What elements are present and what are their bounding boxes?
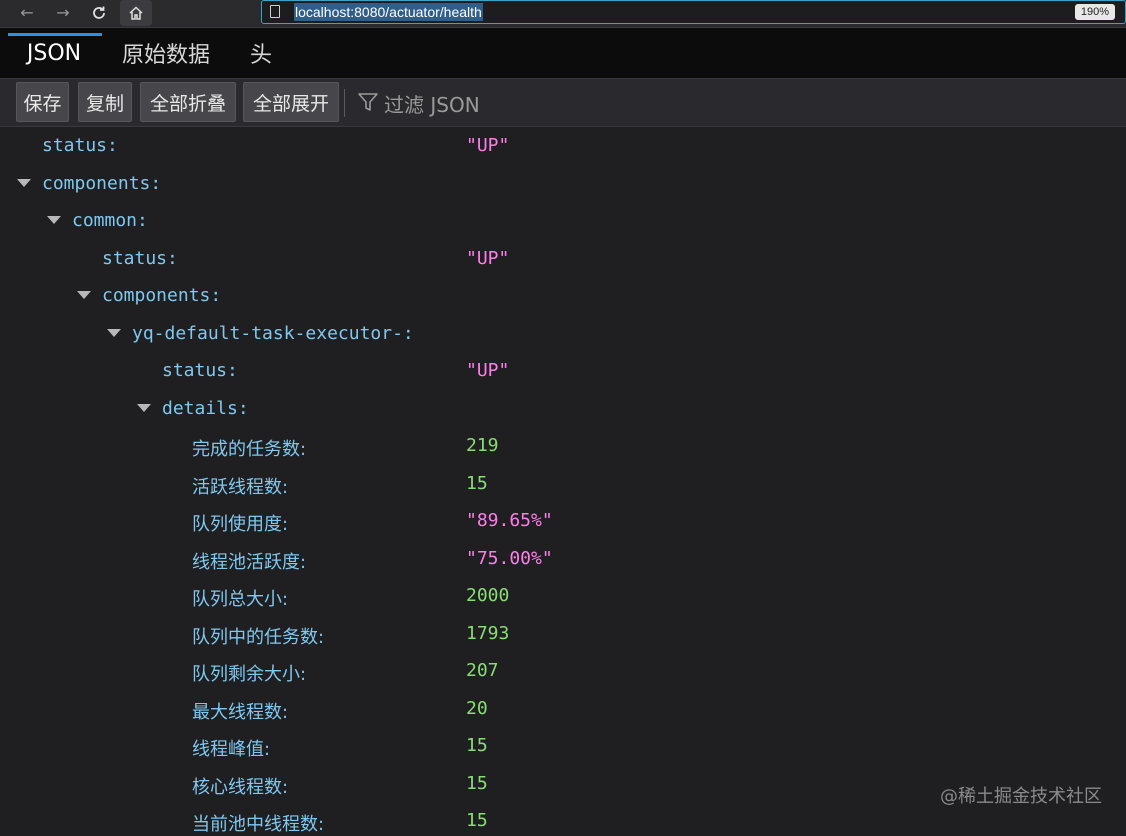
json-value: 15 <box>466 772 488 794</box>
json-key: 队列使用度: <box>192 514 289 535</box>
json-row: 线程池活跃度: "75.00%" <box>0 542 1126 573</box>
expand-toggle-icon[interactable] <box>77 291 91 299</box>
json-row: 当前池中线程数: 15 <box>0 804 1126 835</box>
json-row[interactable]: common: <box>0 204 1126 234</box>
expand-all-button[interactable]: 全部展开 <box>243 82 339 122</box>
json-row: 线程峰值: 15 <box>0 729 1126 760</box>
json-value: 15 <box>466 735 488 756</box>
json-row[interactable]: details: <box>0 392 1126 422</box>
expand-toggle-icon[interactable] <box>17 178 31 187</box>
json-key: 线程峰值: <box>192 739 271 760</box>
copy-button[interactable]: 复制 <box>78 82 132 122</box>
json-key: 活跃线程数: <box>192 476 289 498</box>
json-row[interactable]: components: <box>0 167 1126 197</box>
tab-raw-data[interactable]: 原始数据 <box>122 28 210 78</box>
json-value: "89.65%" <box>466 510 553 531</box>
json-row: status: "UP" <box>0 129 1126 159</box>
json-row: 完成的任务数: 219 <box>0 429 1126 460</box>
json-value: 15 <box>466 472 488 494</box>
zoom-level-badge[interactable]: 190% <box>1074 4 1115 20</box>
json-key: 最大线程数: <box>192 701 289 723</box>
json-row: status: "UP" <box>0 242 1126 272</box>
page-icon <box>270 5 280 18</box>
json-value: "UP" <box>466 135 510 156</box>
json-row: 队列总大小: 2000 <box>0 579 1126 610</box>
json-row: 队列使用度: "89.65%" <box>0 504 1126 535</box>
json-key: 当前池中线程数: <box>192 814 325 835</box>
filter-icon <box>357 91 379 113</box>
json-key: components: <box>102 285 222 306</box>
json-row[interactable]: components: <box>0 279 1126 309</box>
filter-json-input[interactable]: 过滤 JSON <box>384 89 480 118</box>
json-value: "UP" <box>466 360 510 381</box>
json-value: 207 <box>466 660 499 681</box>
back-arrow-icon[interactable]: ← <box>16 3 38 23</box>
json-key: status: <box>162 360 238 381</box>
json-key: 队列剩余大小: <box>192 664 307 685</box>
toolbar-divider <box>344 89 345 117</box>
json-row: 活跃线程数: 15 <box>0 467 1126 498</box>
json-toolbar: 保存 复制 全部折叠 全部展开 过滤 JSON <box>0 79 1126 127</box>
json-value: "UP" <box>466 247 510 269</box>
json-key: 队列中的任务数: <box>192 626 325 648</box>
json-value: 15 <box>466 810 488 831</box>
collapse-all-button[interactable]: 全部折叠 <box>140 82 236 122</box>
json-value: 219 <box>466 435 499 456</box>
expand-toggle-icon[interactable] <box>107 328 121 337</box>
json-row: 队列中的任务数: 1793 <box>0 617 1126 648</box>
url-text[interactable]: localhost:8080/actuator/health <box>294 3 483 21</box>
home-icon[interactable] <box>120 0 152 26</box>
browser-toolbar: ← → localhost:8080/actuator/health 190% <box>0 0 1126 28</box>
json-key: 线程池活跃度: <box>192 551 307 573</box>
tab-json[interactable]: JSON <box>8 28 102 78</box>
json-key: yq-default-task-executor-: <box>132 322 414 344</box>
json-key: 核心线程数: <box>192 776 289 798</box>
forward-arrow-icon[interactable]: → <box>52 3 74 23</box>
json-value: 2000 <box>466 585 510 606</box>
json-row: 队列剩余大小: 207 <box>0 654 1126 685</box>
json-row: 最大线程数: 20 <box>0 692 1126 723</box>
json-key: components: <box>42 172 162 194</box>
expand-toggle-icon[interactable] <box>137 403 151 412</box>
save-button[interactable]: 保存 <box>16 82 69 122</box>
expand-toggle-icon[interactable] <box>47 216 61 224</box>
json-value: 20 <box>466 697 488 719</box>
json-key: details: <box>162 397 249 419</box>
json-key: common: <box>72 210 148 231</box>
json-key: status: <box>102 247 178 269</box>
json-key: 队列总大小: <box>192 589 289 610</box>
watermark: @稀土掘金技术社区 <box>940 786 1102 807</box>
json-row: status: "UP" <box>0 354 1126 384</box>
reload-icon[interactable] <box>88 3 110 23</box>
viewer-tabs: JSON 原始数据 头 <box>0 28 1126 79</box>
json-value: 1793 <box>466 622 510 644</box>
tab-headers[interactable]: 头 <box>250 28 272 78</box>
json-value: "75.00%" <box>466 547 553 569</box>
address-bar[interactable]: localhost:8080/actuator/health 190% <box>261 0 1126 24</box>
json-key: 完成的任务数: <box>192 439 307 460</box>
json-key: status: <box>42 135 118 156</box>
json-row[interactable]: yq-default-task-executor-: <box>0 317 1126 347</box>
